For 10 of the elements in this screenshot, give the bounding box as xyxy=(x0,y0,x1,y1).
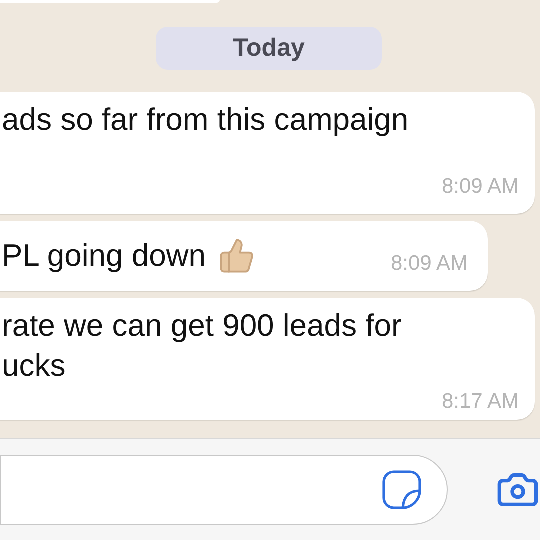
message-text: ads so far from this campaign xyxy=(2,101,410,139)
message-text: rate we can get 900 leads for xyxy=(2,307,403,345)
message-input[interactable] xyxy=(0,454,448,524)
message-time: 8:17 AM xyxy=(442,389,519,415)
message-text: PL going down xyxy=(2,237,206,275)
sticker-icon[interactable] xyxy=(381,468,423,510)
message-text: ucks xyxy=(2,347,67,385)
date-divider: Today xyxy=(156,27,382,70)
message-time: 8:09 AM xyxy=(390,251,468,278)
message-time: 8:09 AM xyxy=(442,174,519,200)
